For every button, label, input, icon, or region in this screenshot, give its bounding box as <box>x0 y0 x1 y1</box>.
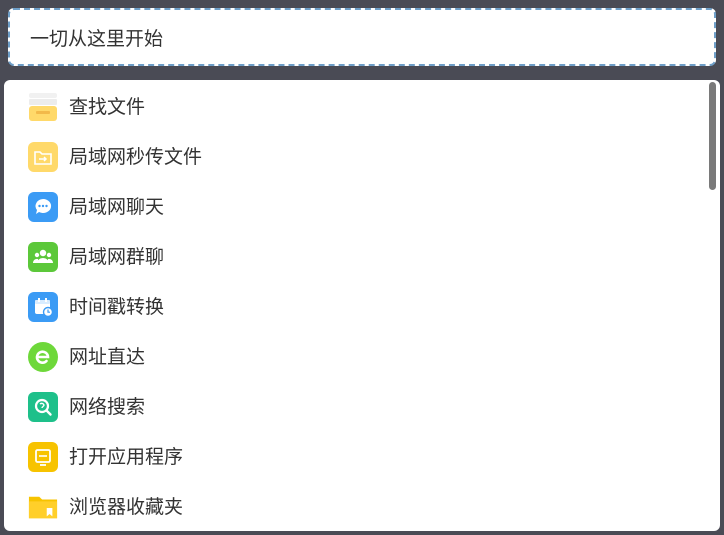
list-item-lan-transfer[interactable]: 局域网秒传文件 <box>4 132 704 182</box>
search-input[interactable]: 一切从这里开始 <box>8 8 716 66</box>
list-item-label: 打开应用程序 <box>69 446 184 468</box>
app-window-icon <box>28 442 58 472</box>
list-item-lan-group-chat[interactable]: 局域网群聊 <box>4 232 704 282</box>
bookmark-folder-icon <box>28 492 58 522</box>
list-item-label: 时间戳转换 <box>69 296 165 318</box>
browser-e-icon <box>28 342 58 372</box>
list-item-label: 局域网聊天 <box>69 196 165 218</box>
scrollbar-thumb[interactable] <box>709 82 716 190</box>
calendar-clock-icon <box>28 292 58 322</box>
command-list[interactable]: 查找文件 局域网秒传文件 局域网聊天 局域网群聊 时间戳转换 网址直达 网络搜索… <box>4 80 720 531</box>
chat-bubble-icon <box>28 192 58 222</box>
search-input-text: 一切从这里开始 <box>30 27 164 50</box>
list-item-web-search[interactable]: 网络搜索 <box>4 382 704 432</box>
list-item-label: 网络搜索 <box>69 396 146 418</box>
group-users-icon <box>28 242 58 272</box>
list-item-label: 浏览器收藏夹 <box>69 496 184 518</box>
list-item-browser-bookmarks[interactable]: 浏览器收藏夹 <box>4 482 704 531</box>
list-item-lan-chat[interactable]: 局域网聊天 <box>4 182 704 232</box>
list-item-label: 局域网群聊 <box>69 246 165 268</box>
file-cabinet-icon <box>28 92 58 122</box>
list-item-url-direct[interactable]: 网址直达 <box>4 332 704 382</box>
list-item-find-files[interactable]: 查找文件 <box>4 82 704 132</box>
folder-transfer-icon <box>28 142 58 172</box>
list-item-label: 局域网秒传文件 <box>69 146 203 168</box>
list-item-timestamp-convert[interactable]: 时间戳转换 <box>4 282 704 332</box>
list-item-label: 查找文件 <box>69 96 146 118</box>
list-item-label: 网址直达 <box>69 346 146 368</box>
web-search-icon <box>28 392 58 422</box>
list-item-open-app[interactable]: 打开应用程序 <box>4 432 704 482</box>
